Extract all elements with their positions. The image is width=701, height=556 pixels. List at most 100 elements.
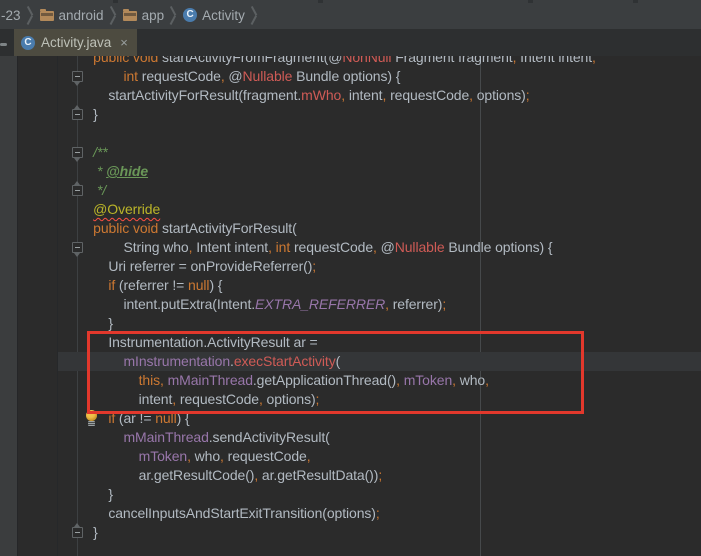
- toolbar-edge-mark: [318, 0, 323, 3]
- code-token: intent: [345, 87, 383, 103]
- code-line[interactable]: mMainThread.sendActivityResult(: [58, 428, 701, 447]
- code-line[interactable]: ar.getResultCode(), ar.getResultData());: [58, 466, 701, 485]
- code-line[interactable]: }: [58, 523, 701, 542]
- code-line[interactable]: }: [58, 485, 701, 504]
- code-line[interactable]: int requestCode, @Nullable Bundle option…: [58, 67, 701, 86]
- fold-marker-icon[interactable]: [72, 147, 83, 162]
- code-token: Bundle options) {: [292, 68, 401, 84]
- code-token: Fragment fragment: [391, 56, 513, 65]
- code-token: Intent intent: [516, 56, 593, 65]
- code-token: public void: [93, 56, 163, 65]
- code-token: Bundle options) {: [444, 239, 553, 255]
- code-token: startActivityFromFragment(@: [162, 56, 343, 65]
- code-token: ,: [306, 448, 311, 464]
- tab-label: Activity.java: [41, 35, 112, 50]
- code-line[interactable]: }: [58, 105, 701, 124]
- code-editor[interactable]: public void startActivityFromFragment(@N…: [0, 56, 701, 556]
- code-token: ;: [378, 467, 383, 483]
- code-token: who: [190, 448, 221, 464]
- folder-icon: [122, 8, 137, 21]
- code-token: @: [376, 239, 395, 255]
- fold-marker-icon[interactable]: [72, 181, 83, 196]
- code-line[interactable]: * @hide: [58, 162, 701, 181]
- code-line[interactable]: if (referrer != null) {: [58, 276, 701, 295]
- chevron-right-icon: [250, 6, 259, 24]
- code-line[interactable]: String who, Intent intent, int requestCo…: [58, 238, 701, 257]
- code-token: ;: [312, 258, 317, 274]
- code-area[interactable]: public void startActivityFromFragment(@N…: [0, 56, 701, 556]
- code-token: }: [78, 315, 113, 331]
- code-line[interactable]: @Override: [58, 200, 701, 219]
- code-token: public void: [93, 220, 163, 236]
- code-token: ;: [442, 296, 447, 312]
- tab-activity-java[interactable]: C Activity.java ×: [14, 29, 137, 56]
- code-line[interactable]: Uri referrer = onProvideReferrer();: [58, 257, 701, 276]
- code-line[interactable]: cancelInputsAndStartExitTransition(optio…: [58, 504, 701, 523]
- code-line[interactable]: intent.putExtra(Intent.EXTRA_REFERRER, r…: [58, 295, 701, 314]
- code-token: ;: [375, 505, 380, 521]
- code-token: .sendActivityResult(: [208, 429, 330, 445]
- breadcrumb-label: Activity: [202, 7, 245, 23]
- breadcrumb-item-activity[interactable]: C Activity: [183, 8, 245, 23]
- fold-marker-icon[interactable]: [72, 71, 83, 86]
- code-token: Uri referrer = onProvideReferrer(): [78, 258, 313, 274]
- code-token: @hide: [106, 163, 149, 179]
- breadcrumb-bar: -23 android app C Activity: [0, 0, 701, 30]
- folder-icon: [39, 8, 54, 21]
- code-line[interactable]: public void startActivityForResult(: [58, 219, 701, 238]
- bulb-base: [88, 421, 95, 426]
- code-token: (referrer !=: [115, 277, 189, 293]
- code-token: int: [275, 239, 291, 255]
- code-token: cancelInputsAndStartExitTransition(optio…: [78, 505, 376, 521]
- code-token: mMainThread: [123, 429, 209, 445]
- code-token: ) {: [209, 277, 223, 293]
- fold-marker-icon[interactable]: [72, 105, 83, 120]
- splitter-handle-icon: [0, 43, 7, 46]
- code-token: referrer): [388, 296, 443, 312]
- fold-marker-icon[interactable]: [72, 523, 83, 538]
- close-icon[interactable]: ×: [120, 36, 128, 49]
- chevron-right-icon: [109, 6, 118, 24]
- code-token: requestCode: [223, 448, 307, 464]
- code-token: @Override: [93, 201, 161, 217]
- code-line[interactable]: /**: [58, 143, 701, 162]
- class-icon: C: [21, 35, 35, 50]
- code-line[interactable]: */: [58, 181, 701, 200]
- code-line[interactable]: mToken, who, requestCode,: [58, 447, 701, 466]
- breadcrumb-item-app[interactable]: app: [122, 8, 164, 23]
- code-token: options): [472, 87, 526, 103]
- code-token: EXTRA_REFERRER: [255, 296, 386, 312]
- code-token: requestCode: [386, 87, 470, 103]
- code-line[interactable]: public void startActivityFromFragment(@N…: [58, 56, 701, 67]
- fold-marker-icon[interactable]: [72, 242, 83, 257]
- code-line[interactable]: startActivityForResult(fragment.mWho, in…: [58, 86, 701, 105]
- code-token: Nullable: [394, 239, 445, 255]
- breadcrumb-item-23[interactable]: -23: [1, 8, 21, 23]
- code-token: requestCode: [137, 68, 221, 84]
- code-token: NonNull: [342, 56, 392, 65]
- toolbar-edge-mark: [113, 0, 118, 3]
- breadcrumb: -23 android app C Activity: [1, 4, 264, 26]
- breadcrumb-item-android[interactable]: android: [39, 7, 104, 23]
- code-token: requestCode: [290, 239, 374, 255]
- class-icon: C: [183, 8, 198, 22]
- code-token: Nullable: [242, 68, 293, 84]
- breadcrumb-label: -23: [1, 7, 21, 23]
- toolbar-edge-mark: [528, 0, 533, 3]
- code-token: ar.getResultCode(): [78, 467, 255, 483]
- code-token: ar.getResultData()): [258, 467, 379, 483]
- code-token: *: [78, 163, 107, 179]
- code-token: mWho: [301, 87, 342, 103]
- breadcrumb-label: android: [58, 7, 104, 23]
- code-token: Intent intent: [192, 239, 269, 255]
- annotation-highlight-box: [87, 331, 584, 414]
- code-token: ;: [525, 87, 530, 103]
- code-line[interactable]: [58, 124, 701, 143]
